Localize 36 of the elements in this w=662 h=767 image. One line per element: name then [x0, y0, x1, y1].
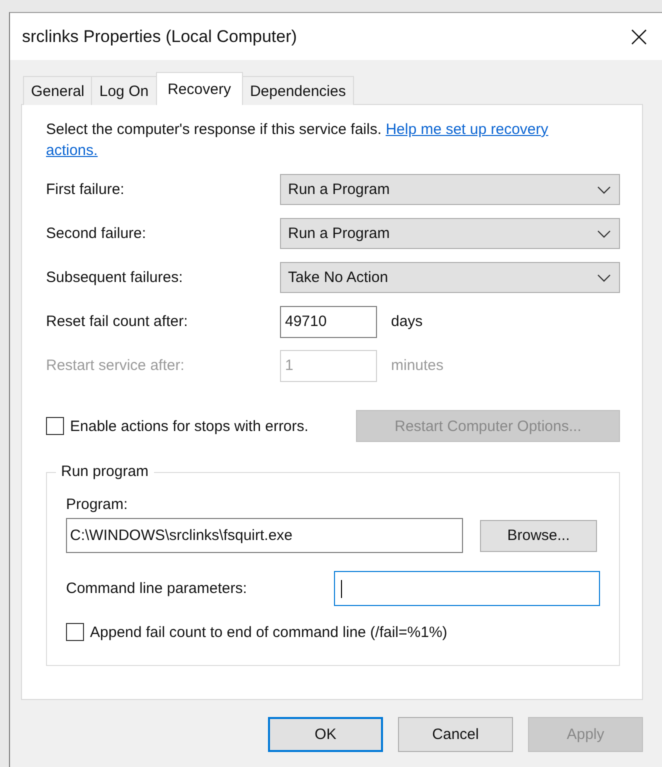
dialog-button[interactable]: OK [268, 717, 383, 752]
browse-button[interactable]: Browse... [480, 520, 597, 552]
checkbox-label: Append fail count to end of command line (/fail=%1%) [90, 624, 448, 640]
chevron-down-icon [597, 186, 611, 194]
field-label: Second failure: [46, 225, 148, 242]
checkbox[interactable] [46, 417, 64, 435]
dialog-button[interactable]: Cancel [398, 717, 513, 752]
parameters-field[interactable] [334, 571, 600, 606]
help-link[interactable]: Help me set up recovery [386, 121, 548, 138]
close-icon [631, 28, 647, 44]
dropdown[interactable]: Take No Action [280, 262, 620, 293]
number-field[interactable]: 49710 [280, 306, 377, 338]
unit-label: days [391, 313, 423, 330]
program-field[interactable]: C:\WINDOWS\srclinks\fsquirt.exe [66, 518, 463, 553]
group-title: Run program [56, 463, 154, 480]
field-label: Reset fail count after: [46, 313, 189, 330]
field-label: Program: [66, 496, 129, 513]
dropdown[interactable]: Run a Program [280, 218, 620, 249]
field-label: Command line parameters: [66, 580, 248, 597]
chevron-down-icon [597, 230, 611, 238]
field-label: Subsequent failures: [46, 269, 184, 286]
dropdown[interactable]: Run a Program [280, 174, 620, 205]
tab[interactable]: Log On [91, 76, 157, 105]
checkbox-label: Enable actions for stops with errors. [70, 418, 308, 434]
instruction-text: Select the computer's response if this service fails. Help me set up recovery actions. [46, 120, 550, 161]
help-link[interactable]: actions. [46, 142, 98, 159]
tab[interactable]: General [23, 76, 92, 105]
field-label: First failure: [46, 181, 126, 198]
field-label: Restart service after: [46, 357, 186, 374]
text-cursor [341, 580, 342, 598]
tab[interactable]: Dependencies [242, 76, 354, 105]
checkbox[interactable] [66, 623, 84, 641]
chevron-down-icon [597, 274, 611, 282]
window-title: srclinks Properties (Local Computer) [22, 26, 297, 46]
tab[interactable]: Recovery [156, 72, 243, 105]
unit-label: minutes [391, 357, 444, 374]
